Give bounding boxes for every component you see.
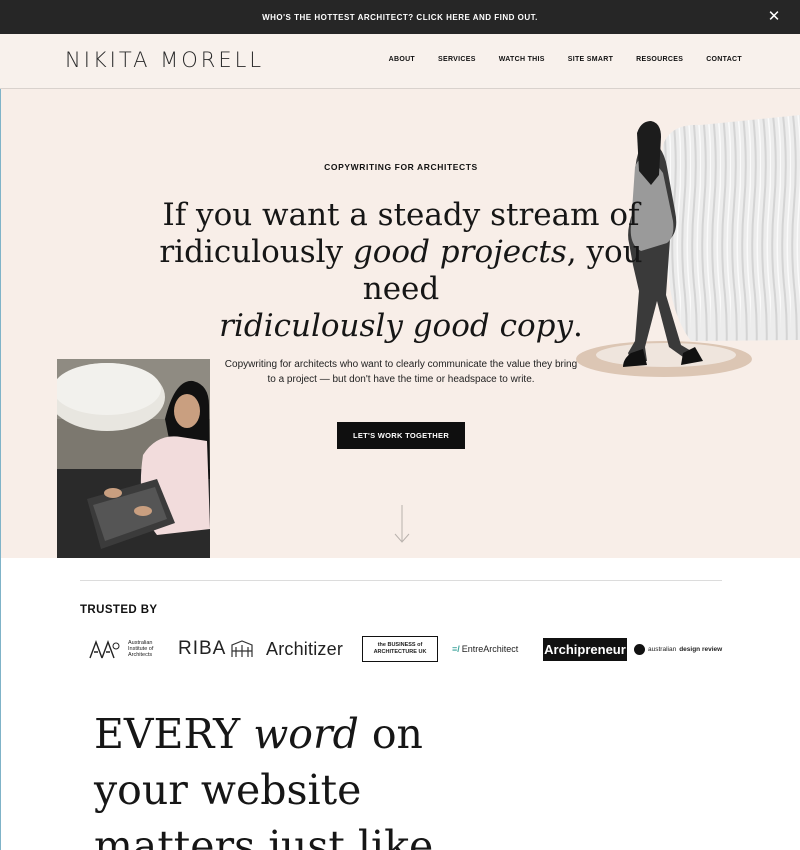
entrearchitect-logo: ≡/ EntreArchitect xyxy=(452,633,536,665)
announcement-bar[interactable]: WHO'S THE HOTTEST ARCHITECT? CLICK HERE … xyxy=(0,0,800,34)
nav-resources[interactable]: RESOURCES xyxy=(636,56,683,63)
archipreneur-logo: Archipreneur xyxy=(543,638,627,661)
headline-period: . xyxy=(572,308,583,344)
trusted-logos: Australian Institute of Architects RIBA … xyxy=(86,633,726,665)
hero-section: COPYWRITING FOR ARCHITECTS If you want a… xyxy=(1,89,800,558)
site-logo[interactable]: NIKITA MORELL xyxy=(65,48,264,72)
arrow-down-icon[interactable] xyxy=(393,504,411,544)
aia-line-3: Architects xyxy=(128,652,153,658)
headline-line-1: If you want a steady stream of xyxy=(162,197,640,233)
woman-laptop-photo xyxy=(57,359,210,558)
work-together-button[interactable]: LET'S WORK TOGETHER xyxy=(337,422,465,449)
aia-emblem xyxy=(89,640,120,659)
nav-about[interactable]: ABOUT xyxy=(389,56,415,63)
adr-text-a: australian xyxy=(648,645,677,653)
riba-text: RIBA xyxy=(178,638,227,659)
main-nav: ABOUT SERVICES WATCH THIS SITE SMART RES… xyxy=(389,56,742,63)
business-of-architecture-logo: the BUSINESS of ARCHITECTURE UK xyxy=(362,636,438,662)
heading-line-1c: on xyxy=(358,710,423,758)
heading-emphasis-word: word xyxy=(253,710,359,758)
adr-dot-icon xyxy=(634,643,645,655)
heading-line-3: matters just like xyxy=(94,822,434,850)
trusted-by-heading: TRUSTED BY xyxy=(80,604,158,616)
architizer-logo: Architizer xyxy=(266,638,344,659)
entrearchitect-text: EntreArchitect xyxy=(461,644,519,654)
aia-logo: Australian Institute of Architects xyxy=(88,633,168,665)
announcement-text[interactable]: WHO'S THE HOTTEST ARCHITECT? CLICK HERE … xyxy=(262,13,538,22)
boa-line-2: ARCHITECTURE UK xyxy=(373,649,427,655)
australian-design-review-logo: australian design review xyxy=(634,633,726,665)
boa-line-1: the BUSINESS of xyxy=(377,642,423,648)
nav-contact[interactable]: CONTACT xyxy=(706,56,742,63)
nav-site-smart[interactable]: SITE SMART xyxy=(568,56,613,63)
hero-subtext: Copywriting for architects who want to c… xyxy=(224,359,578,385)
hero-headline: If you want a steady stream of ridiculou… xyxy=(141,197,661,345)
riba-logo: RIBA xyxy=(178,633,258,665)
heading-line-1a: EVERY xyxy=(94,710,254,758)
close-icon[interactable]: ✕ xyxy=(766,8,782,26)
headline-line-2a: ridiculously xyxy=(159,234,353,270)
section-heading: EVERY word on your website matters just … xyxy=(94,706,494,850)
hero-eyebrow: COPYWRITING FOR ARCHITECTS xyxy=(324,162,478,172)
entrearchitect-mark-icon: ≡/ xyxy=(452,644,460,654)
nav-watch-this[interactable]: WATCH THIS xyxy=(499,56,545,63)
nav-services[interactable]: SERVICES xyxy=(438,56,476,63)
headline-emphasis-good-copy: ridiculously good copy xyxy=(219,308,573,344)
adr-text-b: design review xyxy=(679,645,723,653)
heading-line-2: your website xyxy=(94,766,362,814)
riba-crest-icon xyxy=(231,640,253,657)
headline-emphasis-good-projects: good projects xyxy=(352,234,567,270)
section-divider xyxy=(80,580,722,581)
site-header: NIKITA MORELL ABOUT SERVICES WATCH THIS … xyxy=(0,34,800,89)
